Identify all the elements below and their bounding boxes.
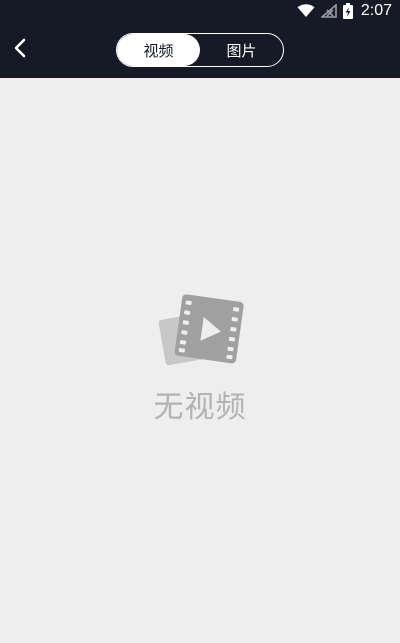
status-bar: 2:07 — [0, 0, 400, 22]
tab-photo[interactable]: 图片 — [200, 34, 283, 66]
tab-photo-label: 图片 — [226, 41, 257, 60]
video-film-icon — [150, 290, 250, 378]
signal-off-icon — [320, 4, 337, 18]
back-button[interactable] — [2, 32, 38, 68]
media-type-tabs: 视频 图片 — [116, 33, 284, 67]
empty-message: 无视频 — [153, 390, 247, 425]
status-time: 2:07 — [360, 2, 392, 19]
battery-charging-icon — [342, 3, 353, 19]
wifi-icon — [297, 4, 315, 18]
tab-video[interactable]: 视频 — [117, 34, 200, 66]
status-icons: 2:07 — [297, 0, 392, 22]
app-header: 视频 图片 — [0, 22, 400, 78]
chevron-left-icon — [13, 38, 27, 62]
tab-video-label: 视频 — [143, 41, 174, 60]
empty-state: 无视频 — [0, 290, 400, 426]
